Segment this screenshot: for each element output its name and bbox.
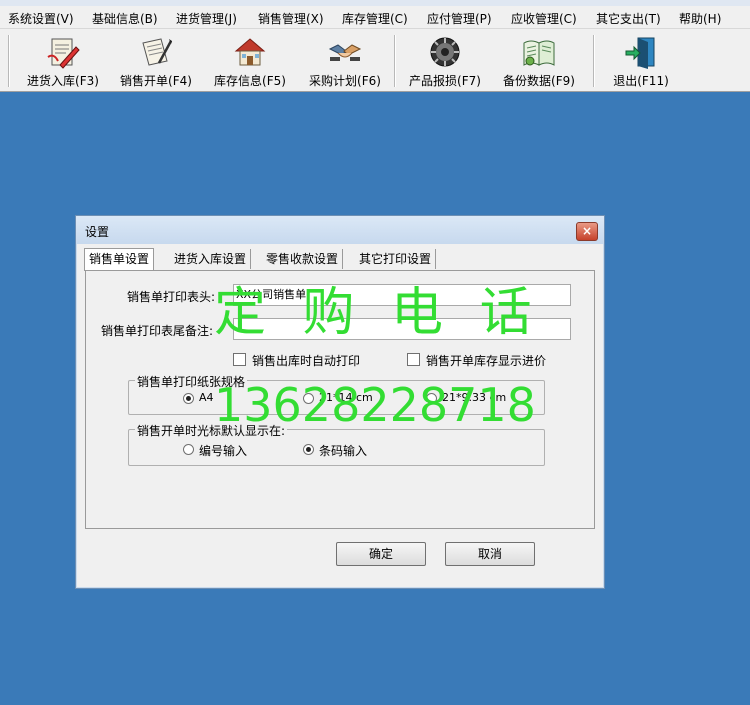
- toolbar: 进货入库(F3) 销售开单(F4) 库存信息(F5) 采购计划(F6) 产品报损…: [0, 29, 750, 92]
- menu-help[interactable]: 帮助(H): [679, 10, 721, 27]
- watermark-phone: 13628228718: [214, 378, 536, 432]
- sales-order-button[interactable]: 销售开单(F4): [114, 33, 198, 89]
- watermark-title: 定 购 电 话: [214, 283, 542, 343]
- purchase-plan-label: 采购计划(F6): [309, 74, 381, 88]
- stock-in-label: 进货入库(F3): [27, 74, 99, 88]
- backup-icon: [523, 40, 555, 66]
- tab-stock-in-settings[interactable]: 进货入库设置: [170, 249, 252, 269]
- stock-in-icon: [47, 38, 80, 69]
- menu-basic-info[interactable]: 基础信息(B): [92, 10, 158, 27]
- close-icon: ×: [581, 224, 593, 238]
- print-footer-label: 销售单打印表尾备注:: [101, 324, 214, 338]
- inventory-info-label: 库存信息(F5): [214, 74, 286, 88]
- handshake-icon: [328, 44, 362, 61]
- toolbar-separator: [593, 35, 595, 87]
- purchase-plan-button[interactable]: 采购计划(F6): [303, 33, 387, 89]
- close-button[interactable]: ×: [576, 222, 598, 241]
- paper-a4-label: A4: [199, 391, 214, 404]
- tab-sales-order-settings[interactable]: 销售单设置: [84, 248, 155, 271]
- print-header-label: 销售单打印表头:: [127, 290, 216, 304]
- exit-label: 退出(F11): [613, 74, 669, 88]
- cursor-default-group: 销售开单时光标默认显示在: 编号输入 条码输入: [128, 422, 545, 466]
- show-cost-checkbox[interactable]: [407, 353, 420, 366]
- show-cost-label: 销售开单库存显示进价: [426, 354, 547, 368]
- cancel-button[interactable]: 取消: [445, 542, 535, 566]
- menu-bar: 系统设置(V) 基础信息(B) 进货管理(J) 销售管理(X) 库存管理(C) …: [0, 6, 750, 29]
- menu-other-expenses[interactable]: 其它支出(T): [596, 10, 661, 27]
- dialog-title: 设置: [85, 225, 110, 239]
- backup-data-label: 备份数据(F9): [503, 74, 575, 88]
- menu-purchase-management[interactable]: 进货管理(J): [176, 10, 237, 27]
- menu-receivables[interactable]: 应收管理(C): [511, 10, 577, 27]
- menu-inventory-management[interactable]: 库存管理(C): [342, 10, 408, 27]
- paper-a4-radio[interactable]: [183, 393, 194, 404]
- auto-print-checkbox[interactable]: [233, 353, 246, 366]
- exit-icon: [625, 37, 655, 69]
- barcode-input-label: 条码输入: [319, 444, 368, 458]
- exit-button[interactable]: 退出(F11): [606, 33, 676, 89]
- sales-order-icon: [142, 38, 173, 66]
- code-input-label: 编号输入: [199, 444, 248, 458]
- toolbar-separator: [394, 35, 396, 87]
- ok-button[interactable]: 确定: [336, 542, 426, 566]
- code-input-radio[interactable]: [183, 444, 194, 455]
- damage-report-icon: [430, 37, 460, 67]
- toolbar-separator: [8, 35, 10, 87]
- menu-payables[interactable]: 应付管理(P): [427, 10, 492, 27]
- damage-report-button[interactable]: 产品报损(F7): [404, 33, 486, 89]
- auto-print-label: 销售出库时自动打印: [252, 354, 361, 368]
- backup-data-button[interactable]: 备份数据(F9): [497, 33, 581, 89]
- stock-in-button[interactable]: 进货入库(F3): [22, 33, 104, 89]
- dialog-title-bar: 设置 ×: [76, 216, 604, 244]
- warehouse-icon: [234, 38, 266, 66]
- damage-report-label: 产品报损(F7): [409, 74, 481, 88]
- inventory-info-button[interactable]: 库存信息(F5): [208, 33, 292, 89]
- tab-retail-payment-settings[interactable]: 零售收款设置: [262, 249, 344, 269]
- sales-order-label: 销售开单(F4): [120, 74, 192, 88]
- barcode-input-radio[interactable]: [303, 444, 314, 455]
- menu-sales-management[interactable]: 销售管理(X): [258, 10, 324, 27]
- tab-other-print-settings[interactable]: 其它打印设置: [355, 249, 437, 269]
- menu-system-settings[interactable]: 系统设置(V): [8, 10, 74, 27]
